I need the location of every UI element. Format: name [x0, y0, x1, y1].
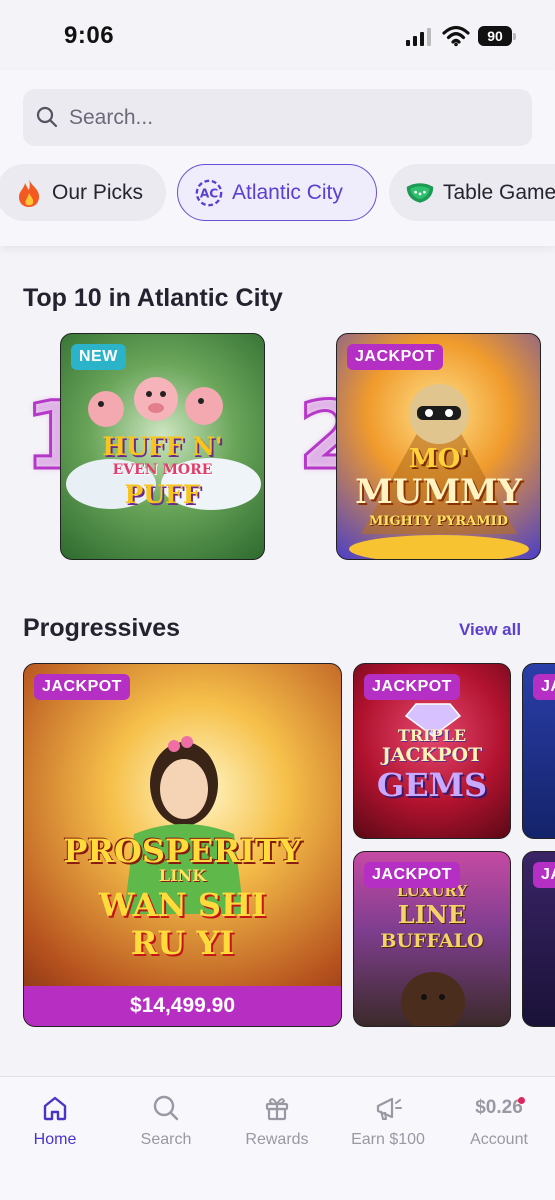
game-title-line: HUFF N'	[102, 432, 223, 461]
nav-search[interactable]: Search	[116, 1093, 216, 1149]
bottom-nav: Home Search Rewards Earn $100 $0.26 Acco…	[0, 1076, 555, 1200]
cellular-signal-icon	[406, 28, 431, 46]
nav-label: Account	[470, 1131, 528, 1148]
game-tile-mo-mummy[interactable]: MO' MUMMY MIGHTY PYRAMID JACKPOT	[336, 333, 541, 560]
game-title-line: GEMS	[376, 766, 488, 804]
chip-our-picks[interactable]: Our Picks	[0, 164, 166, 221]
table-games-icon	[405, 178, 435, 208]
jackpot-amount: $14,499.90	[24, 986, 341, 1026]
chip-atlantic-city[interactable]: AC Atlantic City	[177, 164, 377, 221]
nav-home[interactable]: Home	[5, 1093, 105, 1149]
jackpot-badge: JACKPOT	[364, 674, 460, 700]
jackpot-badge: JA	[533, 674, 555, 700]
wifi-icon	[442, 25, 470, 47]
search-icon	[153, 1095, 179, 1121]
account-balance: $0.26	[449, 1093, 549, 1123]
game-title-line: MO'	[408, 444, 469, 474]
fire-icon	[14, 178, 44, 208]
game-tile-triple-jackpot-gems[interactable]: TRIPLE JACKPOT GEMS JACKPOT	[353, 663, 511, 839]
notification-dot	[518, 1097, 525, 1104]
game-title-line: PUFF	[124, 480, 201, 509]
top10-title: Top 10 in Atlantic City	[23, 284, 283, 312]
game-title-line: WAN SHI	[98, 886, 267, 924]
game-tile-prosperity-link[interactable]: PROSPERITY LINK WAN SHI RU YI JACKPOT $1…	[23, 663, 342, 1027]
new-badge: NEW	[71, 344, 126, 370]
nav-rewards[interactable]: Rewards	[227, 1093, 327, 1149]
jackpot-badge: JACKPOT	[364, 862, 460, 888]
chip-label: Atlantic City	[232, 180, 343, 204]
search-icon	[36, 106, 58, 128]
game-title-line: RU YI	[130, 924, 235, 962]
chip-label: Table Games	[443, 180, 555, 204]
nav-earn[interactable]: Earn $100	[338, 1093, 438, 1149]
game-title-line: LINE	[397, 900, 467, 929]
nav-label: Search	[140, 1131, 192, 1148]
game-tile-partial[interactable]: JA	[522, 663, 555, 839]
status-time: 9:06	[64, 22, 115, 49]
game-tile-partial[interactable]: JA	[522, 851, 555, 1027]
home-icon	[43, 1096, 67, 1121]
nav-label: Rewards	[245, 1131, 309, 1148]
game-title-line: EVEN MORE	[112, 462, 213, 478]
svg-text:AC: AC	[200, 186, 218, 200]
game-tile-luxury-line-buffalo[interactable]: LUXURY LINE BUFFALO JACKPOT	[353, 851, 511, 1027]
nav-label: Earn $100	[351, 1131, 425, 1148]
status-bar: 9:06 90	[0, 0, 555, 70]
view-all-link[interactable]: View all	[459, 620, 521, 640]
category-chips: Our Picks AC Atlantic City Table Games	[0, 164, 555, 222]
jackpot-badge: JACKPOT	[34, 674, 130, 700]
game-title-line: MIGHTY PYRAMID	[368, 514, 509, 529]
jackpot-badge: JA	[533, 862, 555, 888]
nav-label: Home	[33, 1131, 77, 1148]
battery-indicator: 90	[478, 26, 516, 46]
jackpot-badge: JACKPOT	[347, 344, 443, 370]
megaphone-icon	[376, 1097, 402, 1120]
game-title-line: PROSPERITY	[63, 832, 302, 870]
chip-label: Our Picks	[52, 180, 144, 204]
game-title-line: BUFFALO	[380, 930, 484, 952]
search-placeholder: Search...	[69, 106, 154, 129]
game-title-line: LINK	[158, 866, 207, 885]
search-input[interactable]: Search...	[23, 89, 532, 146]
gift-icon	[265, 1098, 289, 1121]
chip-table-games[interactable]: Table Games	[389, 164, 555, 221]
game-tile-huff-n-puff[interactable]: HUFF N' EVEN MORE PUFF NEW	[60, 333, 265, 560]
atlantic-city-icon: AC	[194, 178, 224, 208]
game-title-line: MUMMY	[355, 472, 522, 512]
nav-account[interactable]: $0.26 Account	[449, 1093, 549, 1149]
game-title-line: TRIPLE	[397, 726, 467, 745]
progressives-title: Progressives	[23, 614, 181, 642]
game-title-line: JACKPOT	[381, 744, 483, 766]
battery-level: 90	[478, 26, 512, 46]
